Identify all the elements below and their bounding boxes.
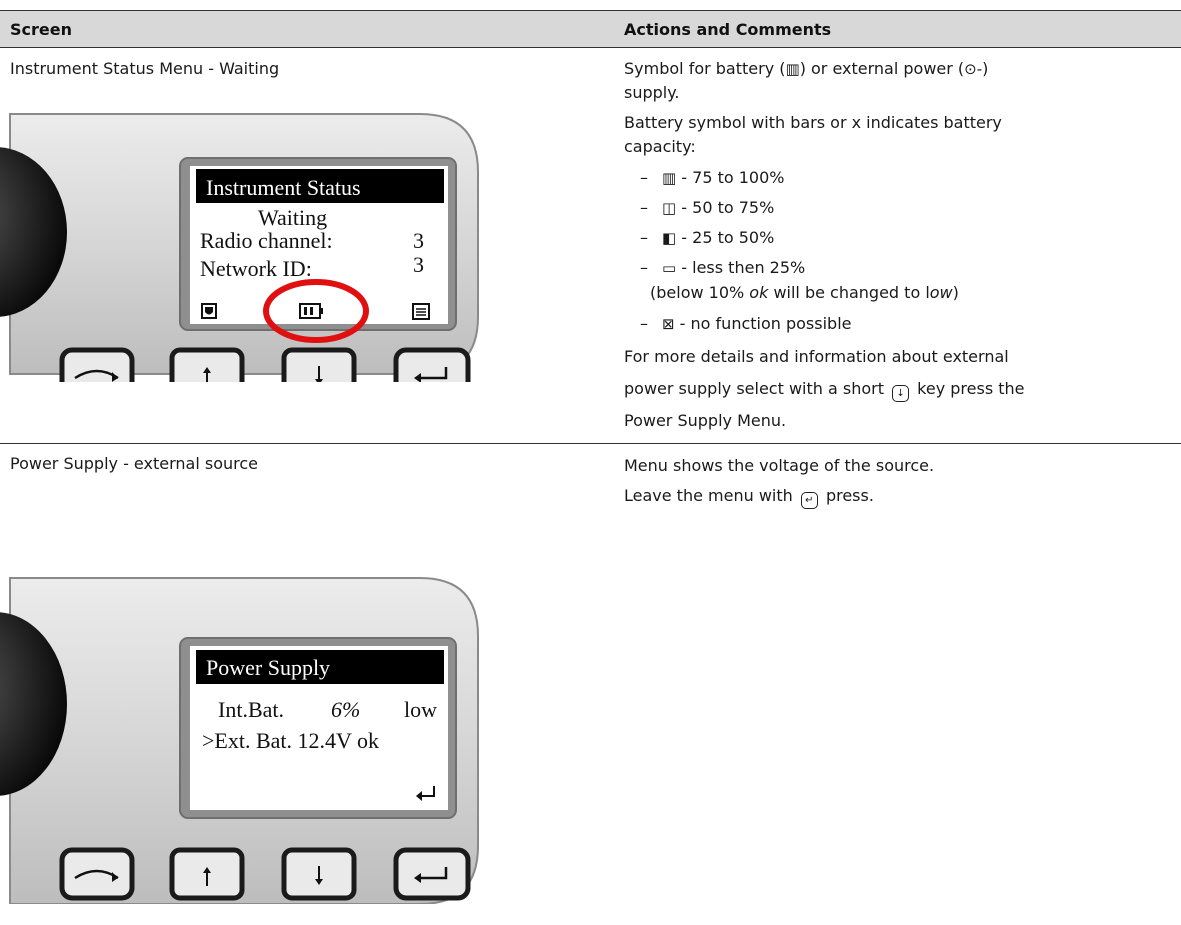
capacity-item-1: – ▥ - 75 to 100%	[640, 168, 785, 187]
comment-details-line2: power supply select with a short ↓ key p…	[624, 377, 1025, 402]
row-divider	[0, 443, 1181, 444]
device-screen-instrument-status: Instrument Status Waiting Radio channel:…	[0, 113, 479, 382]
battery-full-symbol: ▥	[785, 60, 800, 78]
capacity-item-3: – ◧ - 25 to 50%	[640, 228, 775, 247]
comment-symbol-line2: supply.	[624, 83, 680, 102]
key-escape	[59, 347, 135, 382]
row2-screen-title: Power Supply - external source	[10, 454, 258, 473]
lcd-heading: Instrument Status	[206, 175, 361, 200]
key-escape	[59, 847, 135, 901]
battery-two-bars-icon: ◫	[662, 199, 677, 217]
capacity-item-5: – ⊠ - no function possible	[640, 314, 852, 333]
lcd-line-waiting: Waiting	[258, 205, 327, 230]
lcd-int-bat-label: Int.Bat.	[218, 697, 284, 722]
battery-one-bar-icon: ◧	[662, 229, 677, 247]
key-enter	[393, 847, 471, 901]
row1-screen-title: Instrument Status Menu - Waiting	[10, 59, 280, 78]
comment-capacity-line1: Battery symbol with bars or x indicates …	[624, 113, 1002, 132]
lcd-network-label: Network ID:	[200, 256, 312, 281]
column-header-screen: Screen	[10, 20, 72, 39]
lcd-int-bat-percent: 6%	[331, 697, 360, 722]
lcd-int-bat-status: low	[404, 697, 437, 722]
battery-crossed-icon: ⊠	[662, 315, 675, 333]
comment-details-line3: Power Supply Menu.	[624, 411, 787, 430]
lcd-radio-value: 3	[413, 228, 424, 253]
comment-capacity-line2: capacity:	[624, 137, 696, 156]
comment-details-line1: For more details and information about e…	[624, 347, 1009, 366]
capacity-item-2: – ◫ - 50 to 75%	[640, 198, 775, 217]
lcd-heading: Power Supply	[206, 655, 330, 680]
enter-key-icon: ↵	[800, 492, 818, 509]
battery-empty-icon: ▭	[662, 259, 677, 277]
lcd-radio-label: Radio channel:	[200, 228, 333, 253]
comment-leave-menu: Leave the menu with ↵ press.	[624, 484, 874, 509]
capacity-item-4: – ▭ - less then 25%	[640, 258, 806, 277]
battery-three-bars-icon: ▥	[662, 169, 677, 187]
lcd-network-value: 3	[413, 252, 424, 277]
column-header-actions: Actions and Comments	[624, 20, 832, 39]
down-key-icon: ↓	[892, 385, 910, 402]
device-screen-power-supply: Power Supply Int.Bat. 6% low >Ext. Bat. …	[0, 577, 479, 904]
comment-symbol-line1: Symbol for battery (▥) or external power…	[624, 59, 989, 78]
capacity-note: (below 10% ok will be changed to low)	[650, 283, 959, 302]
lcd-ext-bat-line: >Ext. Bat. 12.4V ok	[202, 728, 379, 753]
table-header: Screen Actions and Comments	[0, 10, 1181, 48]
comment-voltage: Menu shows the voltage of the source.	[624, 456, 935, 475]
external-power-symbol: ⊙-	[964, 60, 983, 78]
